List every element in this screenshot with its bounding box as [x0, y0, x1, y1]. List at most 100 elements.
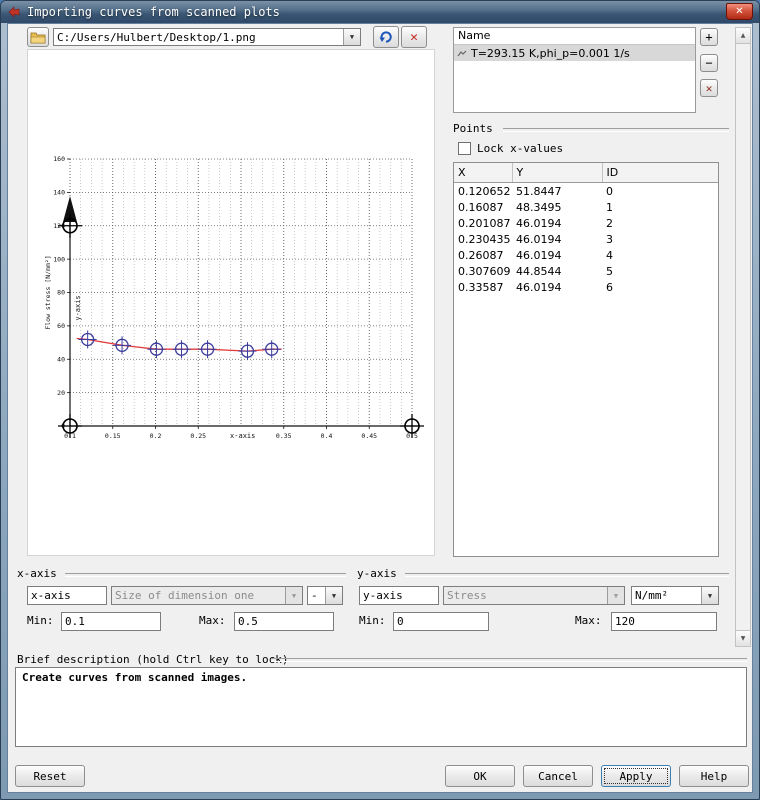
refresh-icon	[379, 31, 392, 43]
x-axis-group-line	[65, 573, 346, 577]
chevron-down-icon[interactable]: ▼	[701, 587, 718, 604]
x-min-input[interactable]	[61, 612, 161, 631]
y-axis-group-title: y-axis	[357, 567, 401, 580]
points-table[interactable]: X Y ID 0.120652 51.8447 0 0.16087 48.3495 1 0.20…	[453, 162, 719, 557]
y-min-label: Min:	[359, 614, 386, 627]
table-cell: 0.33587	[458, 280, 504, 294]
points-table-body: 0.120652 51.8447 0 0.16087 48.3495 1 0.201087 4…	[454, 183, 718, 296]
apply-button[interactable]: Apply	[601, 765, 671, 787]
table-row[interactable]: 0.307609 44.8544 5	[454, 263, 718, 279]
svg-text:40: 40	[57, 355, 65, 363]
cancel-button[interactable]: Cancel	[523, 765, 593, 787]
remove-curve-button[interactable]: −	[700, 54, 718, 72]
column-header[interactable]: ID	[602, 163, 718, 183]
red-x-icon: ✕	[410, 29, 418, 45]
description-textarea[interactable]: Create curves from scanned images.	[15, 667, 747, 747]
vertical-scrollbar[interactable]: ▲ ▼	[735, 27, 751, 647]
table-row[interactable]: 0.230435 46.0194 3	[454, 231, 718, 247]
table-row[interactable]: 0.33587 46.0194 6	[454, 279, 718, 295]
x-max-input[interactable]	[234, 612, 334, 631]
y-min-input[interactable]	[393, 612, 489, 631]
table-cell: 0.16087	[458, 200, 504, 214]
table-row[interactable]: 0.26087 46.0194 4	[454, 247, 718, 263]
table-cell: 1	[606, 200, 613, 214]
table-row[interactable]: 0.120652 51.8447 0	[454, 183, 718, 200]
y-unit-combo[interactable]: N/mm² ▼	[631, 586, 719, 605]
y-max-input[interactable]	[611, 612, 717, 631]
table-cell: 0.230435	[458, 232, 511, 246]
table-cell: 51.8447	[516, 184, 562, 198]
scanned-plot-area[interactable]: 0204060801001201401600.10.150.20.250.350…	[27, 49, 435, 556]
table-cell: 5	[606, 264, 613, 278]
svg-text:0.2: 0.2	[150, 432, 162, 440]
delete-image-button[interactable]: ✕	[401, 26, 427, 48]
folder-icon	[30, 32, 46, 43]
table-row[interactable]: 0.16087 48.3495 1	[454, 199, 718, 215]
description-text: Create curves from scanned images.	[22, 671, 248, 684]
table-row[interactable]: 0.201087 46.0194 2	[454, 215, 718, 231]
help-button[interactable]: Help	[679, 765, 749, 787]
y-axis-name-input[interactable]	[359, 586, 439, 605]
x-quantity-combo[interactable]: Size of dimension one ▼	[111, 586, 303, 605]
chevron-down-icon[interactable]: ▼	[325, 587, 342, 604]
x-min-label: Min:	[27, 614, 54, 627]
ok-button[interactable]: OK	[445, 765, 515, 787]
image-path-combo[interactable]: C:/Users/Hulbert/Desktop/1.png ▼	[53, 28, 361, 46]
lock-x-label: Lock x-values	[477, 142, 564, 155]
y-quantity-value: Stress	[447, 589, 487, 602]
x-quantity-value: Size of dimension one	[115, 589, 255, 602]
points-header-row[interactable]: X Y ID	[454, 163, 718, 183]
table-cell: 0.120652	[458, 184, 511, 198]
x-unit-combo[interactable]: - ▼	[307, 586, 343, 605]
y-quantity-combo[interactable]: Stress ▼	[443, 586, 625, 605]
svg-text:140: 140	[53, 189, 65, 197]
description-group-title: Brief description (hold Ctrl key to lock…	[17, 653, 293, 666]
svg-text:60: 60	[57, 322, 65, 330]
scroll-up-button[interactable]: ▲	[736, 28, 750, 44]
table-cell: 48.3495	[516, 200, 562, 214]
description-group-line	[271, 658, 747, 662]
help-label: Help	[700, 769, 728, 783]
table-cell: 46.0194	[516, 248, 562, 262]
reset-button[interactable]: Reset	[15, 765, 85, 787]
x-icon: ✕	[705, 81, 713, 95]
column-header[interactable]: Y	[512, 163, 603, 183]
chevron-down-icon[interactable]: ▼	[343, 29, 360, 45]
curve-list: T=293.15 K,phi_p=0.001 1/s	[454, 45, 695, 61]
table-cell: 2	[606, 216, 613, 230]
x-axis-group-title: x-axis	[17, 567, 61, 580]
points-group-line	[503, 128, 729, 132]
add-curve-button[interactable]: +	[700, 28, 718, 46]
curve-list-header: Name	[454, 28, 695, 45]
dialog-window: Importing curves from scanned plots ✕ C:…	[0, 0, 760, 800]
chevron-down-icon: ▼	[285, 587, 302, 604]
arrow-down-icon: ▼	[740, 635, 746, 642]
curve-list-box[interactable]: Name T=293.15 K,phi_p=0.001 1/s	[453, 27, 696, 113]
y-unit-value: N/mm²	[635, 589, 669, 602]
cancel-label: Cancel	[538, 769, 578, 783]
browse-button[interactable]	[27, 27, 49, 47]
reload-image-button[interactable]	[373, 26, 399, 48]
svg-text:100: 100	[53, 255, 65, 263]
curve-list-item[interactable]: T=293.15 K,phi_p=0.001 1/s	[454, 45, 695, 61]
minus-icon: −	[705, 56, 713, 70]
delete-curve-button[interactable]: ✕	[700, 79, 718, 97]
plus-icon: +	[705, 30, 713, 44]
lock-x-checkbox[interactable]	[458, 142, 471, 155]
svg-text:80: 80	[57, 289, 65, 297]
column-header[interactable]: X	[454, 163, 513, 183]
chevron-down-icon: ▼	[607, 587, 624, 604]
y-axis-group-line	[405, 573, 729, 577]
x-unit-value: -	[311, 589, 318, 602]
x-axis-name-input[interactable]	[27, 586, 107, 605]
svg-text:0.4: 0.4	[321, 432, 333, 440]
table-cell: 0.26087	[458, 248, 504, 262]
x-max-label: Max:	[199, 614, 226, 627]
scroll-down-button[interactable]: ▼	[736, 630, 750, 646]
curve-icon	[457, 50, 467, 56]
svg-text:0.45: 0.45	[361, 432, 377, 440]
curve-item-label: T=293.15 K,phi_p=0.001 1/s	[471, 46, 630, 60]
svg-text:0.35: 0.35	[276, 432, 292, 440]
table-cell: 3	[606, 232, 613, 246]
table-cell: 46.0194	[516, 216, 562, 230]
